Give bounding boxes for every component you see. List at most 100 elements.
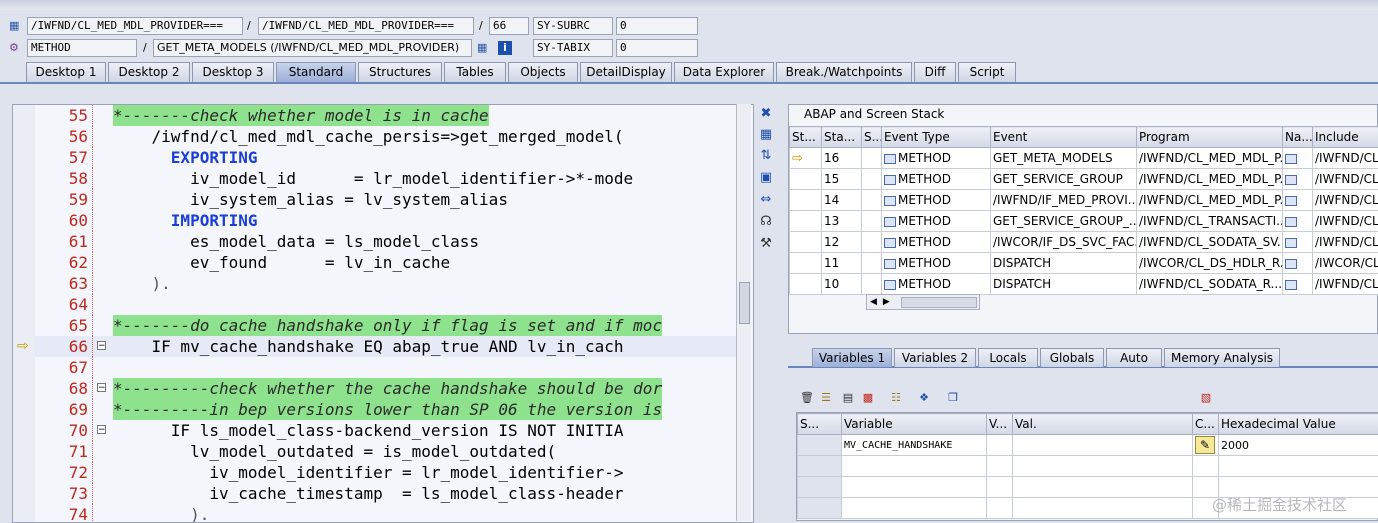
tab-data-explorer[interactable]: Data Explorer — [674, 62, 774, 82]
code-line[interactable]: 57 EXPORTING — [13, 147, 737, 168]
code-line[interactable]: 65*-------do cache handshake only if fla… — [13, 315, 737, 336]
program-field[interactable]: /IWFND/CL_MED_MDL_PROVIDER=== — [27, 17, 243, 35]
navigate-icon[interactable]: ❖ — [917, 391, 931, 405]
include-field[interactable]: /IWFND/CL_MED_MDL_PROVIDER=== — [258, 17, 474, 35]
variable-column-header[interactable]: S... — [798, 414, 842, 435]
stack-row[interactable]: 15METHODGET_SERVICE_GROUP/IWFND/CL_MED_M… — [790, 169, 1378, 190]
variable-column-header[interactable]: V... — [987, 414, 1013, 435]
new-window-icon[interactable]: ▦ — [758, 127, 774, 143]
code-line[interactable]: 55*-------check whether model is in cach… — [13, 105, 737, 126]
event-field[interactable]: GET_META_MODELS (/IWFND/CL_MED_MDL_PROVI… — [153, 39, 472, 57]
tab-globals[interactable]: Globals — [1040, 348, 1104, 367]
tab-variables-1[interactable]: Variables 1 — [812, 348, 892, 367]
breakpoint-gutter[interactable] — [13, 231, 35, 252]
breakpoint-gutter[interactable] — [13, 147, 35, 168]
breakpoint-gutter[interactable] — [13, 210, 35, 231]
line-number-field[interactable]: 66 — [489, 17, 529, 35]
variable-column-header[interactable]: Variable — [842, 414, 987, 435]
variable-column-header[interactable]: C... — [1193, 414, 1219, 435]
source-display-icon[interactable]: ▦ — [477, 39, 487, 57]
breakpoint-gutter[interactable] — [13, 189, 35, 210]
tab-diff[interactable]: Diff — [914, 62, 956, 82]
code-line[interactable]: 64 — [13, 294, 737, 315]
code-line[interactable]: 68−*---------check whether the cache han… — [13, 378, 737, 399]
value-cell[interactable] — [1013, 498, 1193, 519]
breakpoint-gutter[interactable] — [13, 357, 35, 378]
code-line[interactable]: 59 iv_system_alias = lv_system_alias — [13, 189, 737, 210]
variable-row[interactable] — [798, 456, 1378, 477]
tab-memory-analysis[interactable]: Memory Analysis — [1164, 348, 1280, 367]
swap-icon[interactable]: ⇅ — [758, 148, 774, 164]
code-line[interactable]: 58 iv_model_id = lr_model_identifier->*-… — [13, 168, 737, 189]
breakpoint-gutter[interactable] — [13, 168, 35, 189]
tools-icon[interactable]: ⚒ — [758, 236, 774, 252]
source-navigate-icon[interactable] — [1285, 217, 1297, 227]
maximize-icon[interactable]: ▣ — [758, 170, 774, 186]
breakpoint-gutter[interactable] — [13, 378, 35, 399]
code-line[interactable]: 73 iv_cache_timestamp = ls_model_class-h… — [13, 483, 737, 504]
breakpoint-gutter[interactable] — [13, 504, 35, 523]
breakpoint-gutter[interactable] — [13, 105, 35, 126]
stack-column-header[interactable]: Program — [1137, 127, 1283, 148]
copy-icon[interactable]: ❐ — [946, 391, 960, 405]
variable-column-header[interactable]: Val. — [1013, 414, 1193, 435]
breakpoint-gutter[interactable] — [13, 294, 35, 315]
tab-tables[interactable]: Tables — [444, 62, 506, 82]
hierarchy-icon[interactable]: ☷ — [889, 391, 903, 405]
tab-auto[interactable]: Auto — [1106, 348, 1162, 367]
code-line[interactable]: 63 ). — [13, 273, 737, 294]
code-line[interactable]: 70− IF ls_model_class-backend_version IS… — [13, 420, 737, 441]
fold-toggle-icon[interactable]: − — [97, 383, 106, 392]
code-line[interactable]: 56 /iwfnd/cl_med_mdl_cache_persis=>get_m… — [13, 126, 737, 147]
stack-row[interactable]: 13METHODGET_SERVICE_GROUP_.../IWFND/CL_T… — [790, 211, 1378, 232]
stack-column-header[interactable]: Include — [1313, 127, 1378, 148]
tab-locals[interactable]: Locals — [978, 348, 1038, 367]
stack-horizontal-scrollbar[interactable]: ◀▶ — [866, 294, 980, 310]
tab-breakpoints[interactable]: Break./Watchpoints — [776, 62, 912, 82]
remove-icon[interactable]: ▩ — [861, 391, 875, 405]
stack-column-header[interactable]: St... — [790, 127, 822, 148]
breakpoint-gutter[interactable] — [13, 462, 35, 483]
source-navigate-icon[interactable] — [1285, 259, 1297, 269]
code-line[interactable]: 69*---------in bep versions lower than S… — [13, 399, 737, 420]
headset-icon[interactable]: ☊ — [758, 214, 774, 230]
source-navigate-icon[interactable] — [1285, 154, 1297, 164]
breakpoint-gutter[interactable] — [13, 483, 35, 504]
insert-icon[interactable]: ▤ — [841, 391, 855, 405]
code-line[interactable]: 74 ). — [13, 504, 737, 523]
edit-pencil-icon[interactable]: ✎ — [1195, 436, 1215, 454]
tab-detail-display[interactable]: DetailDisplay — [580, 62, 672, 82]
info-icon[interactable]: i — [498, 41, 512, 55]
code-line[interactable]: 61 es_model_data = ls_model_class — [13, 231, 737, 252]
stack-row[interactable]: ⇨16METHODGET_META_MODELS/IWFND/CL_MED_MD… — [790, 148, 1378, 169]
stack-row[interactable]: 11METHODDISPATCH/IWCOR/CL_DS_HDLR_R.../I… — [790, 253, 1378, 274]
delete-icon[interactable]: 🗑 — [800, 391, 814, 405]
value-cell[interactable] — [1013, 456, 1193, 477]
tab-desktop-2[interactable]: Desktop 2 — [108, 62, 190, 82]
variable-row[interactable]: MV_CACHE_HANDSHAKE✎2000 — [798, 435, 1378, 456]
breakpoint-gutter[interactable] — [13, 399, 35, 420]
editor-vertical-scrollbar[interactable] — [736, 104, 751, 521]
split-icon[interactable]: ⇔ — [758, 192, 774, 208]
sy-subrc-value[interactable]: 0 — [616, 17, 698, 35]
source-navigate-icon[interactable] — [1285, 175, 1297, 185]
tab-structures[interactable]: Structures — [358, 62, 442, 82]
source-navigate-icon[interactable] — [1285, 238, 1297, 248]
stack-row[interactable]: 14METHOD/IWFND/IF_MED_PROVI.../IWFND/CL_… — [790, 190, 1378, 211]
tab-standard[interactable]: Standard — [276, 62, 356, 82]
scroll-thumb[interactable] — [739, 282, 750, 324]
breakpoint-gutter[interactable] — [13, 252, 35, 273]
breakpoint-gutter[interactable] — [13, 273, 35, 294]
code-line[interactable]: 67 — [13, 357, 737, 378]
code-line[interactable]: 62 ev_found = lv_in_cache — [13, 252, 737, 273]
variable-name-cell[interactable] — [842, 477, 987, 498]
code-line[interactable]: 72 iv_model_identifier = lr_model_identi… — [13, 462, 737, 483]
source-navigate-icon[interactable] — [1285, 280, 1297, 290]
breakpoint-gutter[interactable] — [13, 126, 35, 147]
code-line[interactable]: 71 lv_model_outdated = is_model_outdated… — [13, 441, 737, 462]
stack-column-header[interactable]: Na... — [1283, 127, 1313, 148]
list-icon[interactable]: ☰ — [819, 391, 833, 405]
code-line[interactable]: ⇨66− IF mv_cache_handshake EQ abap_true … — [13, 336, 737, 357]
variable-name-cell[interactable] — [842, 498, 987, 519]
tab-desktop-3[interactable]: Desktop 3 — [192, 62, 274, 82]
